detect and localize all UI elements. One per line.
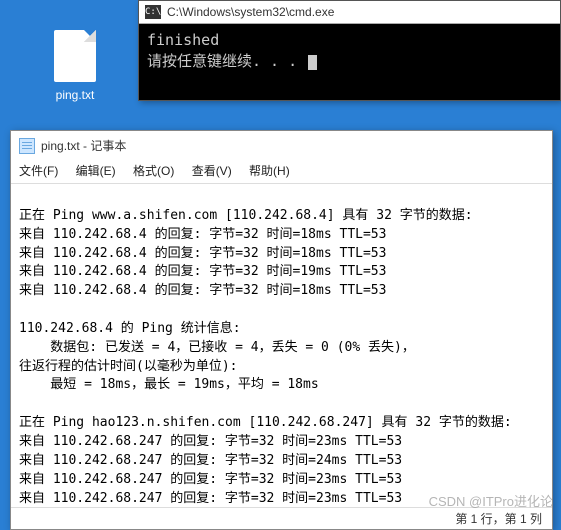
cmd-title-text: C:\Windows\system32\cmd.exe	[167, 5, 334, 19]
desktop-file-label: ping.txt	[40, 88, 110, 102]
cmd-window[interactable]: C:\ C:\Windows\system32\cmd.exe finished…	[138, 0, 561, 101]
text-file-icon	[54, 30, 96, 82]
desktop-file-icon[interactable]: ping.txt	[40, 30, 110, 102]
cmd-titlebar[interactable]: C:\ C:\Windows\system32\cmd.exe	[139, 1, 560, 24]
cmd-body[interactable]: finished 请按任意键继续. . .	[139, 24, 560, 100]
menu-edit[interactable]: 编辑(E)	[76, 164, 116, 178]
notepad-textarea[interactable]: 正在 Ping www.a.shifen.com [110.242.68.4] …	[11, 184, 552, 507]
menu-format[interactable]: 格式(O)	[133, 164, 174, 178]
notepad-statusbar: 第 1 行，第 1 列	[11, 507, 552, 529]
cmd-cursor	[308, 55, 317, 70]
cmd-line: 请按任意键继续. . .	[147, 51, 552, 72]
cmd-icon: C:\	[145, 5, 161, 19]
menu-help[interactable]: 帮助(H)	[249, 164, 290, 178]
notepad-titlebar[interactable]: ping.txt - 记事本	[11, 131, 552, 160]
notepad-title-text: ping.txt - 记事本	[41, 137, 126, 154]
notepad-menubar: 文件(F) 编辑(E) 格式(O) 查看(V) 帮助(H)	[11, 160, 552, 184]
menu-view[interactable]: 查看(V)	[192, 164, 232, 178]
cmd-line: finished	[147, 30, 552, 51]
menu-file[interactable]: 文件(F)	[19, 164, 58, 178]
notepad-window[interactable]: ping.txt - 记事本 文件(F) 编辑(E) 格式(O) 查看(V) 帮…	[10, 130, 553, 530]
notepad-icon	[19, 138, 35, 154]
